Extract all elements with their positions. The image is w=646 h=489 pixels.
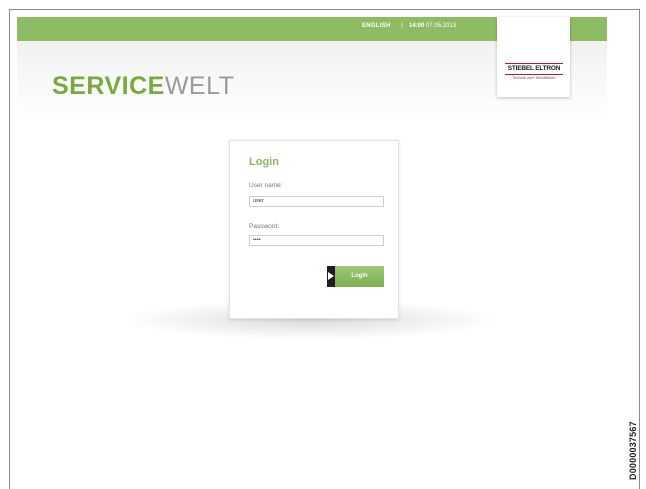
date-text: 07.05.2013 — [426, 23, 457, 29]
document-id: D0000037567 — [626, 400, 640, 480]
topbar-separator: | — [401, 22, 403, 29]
username-input[interactable]: user — [249, 196, 384, 207]
password-input[interactable]: •••• — [249, 235, 384, 246]
language-link[interactable]: ENGLISH — [362, 23, 391, 29]
username-label: User name: — [249, 182, 283, 189]
login-button[interactable]: Login — [335, 266, 384, 287]
password-label: Password: — [249, 223, 280, 230]
brand-part1: SERVICE — [52, 72, 165, 100]
arrow-icon — [327, 266, 335, 287]
login-card: Login User name: user Password: •••• Log… — [229, 140, 399, 319]
document-id-text: D0000037567 — [628, 421, 638, 480]
stiebel-eltron-logo: STIEBEL ELTRON Technik zum Wohlfühlen — [497, 17, 570, 97]
login-title: Login — [249, 156, 279, 168]
brand-part2: WELT — [164, 72, 235, 100]
logo-tagline: Technik zum Wohlfühlen — [512, 75, 556, 80]
logo-mark: STIEBEL ELTRON — [505, 63, 563, 75]
servicewelt-logo: SERVICEWELT — [52, 74, 234, 99]
login-button-group: Login — [327, 266, 384, 287]
datetime-display: 14:00 07.05.2013 — [409, 23, 456, 29]
time-text: 14:00 — [409, 23, 425, 29]
